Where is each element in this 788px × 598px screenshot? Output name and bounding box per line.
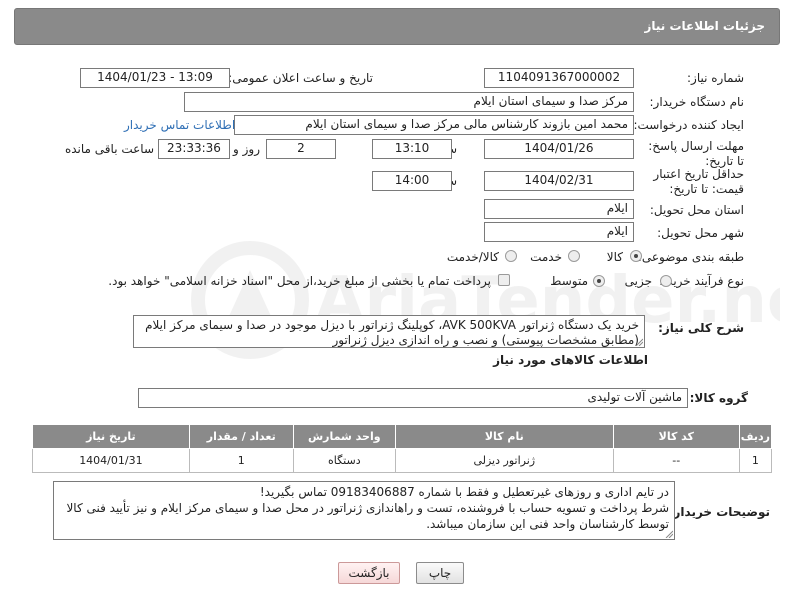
treasury-payment-checkbox[interactable] — [498, 274, 510, 286]
col-unit: واحد شمارش — [292, 424, 396, 449]
remaining-label: ساعت باقی مانده — [64, 142, 154, 156]
buyer-notes-line3: توسط کارشناسان واحد فنی این سازمان میباش… — [426, 517, 669, 531]
need-number-field: 1104091367000002 — [484, 68, 634, 88]
description-label: شرح کلی نیاز: — [658, 321, 744, 335]
city-field: ایلام — [484, 222, 634, 242]
requester-field: محمد امین بازوند کارشناس مالی مرکز صدا و… — [234, 115, 634, 135]
category-both-radio[interactable] — [505, 250, 517, 262]
price-time-field: 14:00 — [372, 171, 452, 191]
announce-datetime-field: 1404/01/23 - 13:09 — [80, 68, 230, 88]
category-service-radio[interactable] — [568, 250, 580, 262]
header-panel: جزئیات اطلاعات نیاز — [14, 8, 780, 45]
resize-grip-icon — [635, 338, 643, 346]
col-row: ردیف — [738, 424, 773, 449]
province-field: ایلام — [484, 199, 634, 219]
cell-name: ژنراتور دیزلی — [394, 448, 614, 473]
process-minor-label: جزیی — [624, 274, 652, 288]
process-minor-radio[interactable] — [660, 275, 672, 287]
city-label: شهر محل تحویل: — [657, 226, 744, 240]
process-medium-label: متوسط — [550, 274, 588, 288]
page-title: جزئیات اطلاعات نیاز — [644, 19, 765, 33]
description-text: خرید یک دستگاه ژنراتور AVK 500KVA، کوپلی… — [145, 318, 639, 347]
buyer-notes-line2: شرط پرداخت و تسویه حساب با فروشنده، تست … — [66, 501, 669, 515]
cell-code: -- — [612, 448, 740, 473]
cell-qty: 1 — [188, 448, 294, 473]
goods-group-label: گروه کالا: — [689, 391, 748, 405]
days-label: روز و — [233, 142, 260, 156]
print-button[interactable]: چاپ — [416, 562, 464, 584]
cell-date: 1404/01/31 — [32, 448, 190, 473]
goods-group-field: ماشین آلات تولیدی — [138, 388, 688, 408]
category-service-label: خدمت — [530, 250, 562, 264]
need-number-label: شماره نیاز: — [687, 71, 744, 85]
buyer-notes-line1: در تایم اداری و روزهای غیرتعطیل و فقط با… — [259, 485, 669, 499]
goods-section-title: اطلاعات کالاهای مورد نیاز — [493, 353, 648, 367]
remaining-days-field: 2 — [266, 139, 336, 159]
buyer-contact-link[interactable]: اطلاعات تماس خریدار — [124, 118, 235, 132]
reply-time-field: 13:10 — [372, 139, 452, 159]
category-goods-label: کالا — [606, 250, 623, 264]
buyer-org-label: نام دستگاه خریدار: — [649, 95, 745, 109]
category-both-label: کالا/خدمت — [446, 250, 499, 264]
resize-grip-icon — [665, 530, 673, 538]
cell-unit: دستگاه — [292, 448, 396, 473]
treasury-payment-note: پرداخت تمام یا بخشی از مبلغ خرید،از محل … — [108, 274, 491, 288]
announce-label: تاریخ و ساعت اعلان عمومی: — [228, 71, 373, 85]
back-button[interactable]: بازگشت — [338, 562, 400, 584]
reply-date-field: 1404/01/26 — [484, 139, 634, 159]
remaining-time-field: 23:33:36 — [158, 139, 230, 159]
price-validity-label: حداقل تاریخ اعتبار قیمت: تا تاریخ: — [653, 167, 744, 196]
category-label: طبقه بندی موضوعی: — [637, 250, 744, 264]
col-date: تاریخ نیاز — [32, 424, 190, 449]
col-name: نام کالا — [394, 424, 614, 449]
goods-table-header: ردیف کد کالا نام کالا واحد شمارش تعداد /… — [32, 424, 773, 449]
buyer-org-field: مرکز صدا و سیمای استان ایلام — [184, 92, 634, 112]
process-medium-radio[interactable] — [593, 275, 605, 287]
col-qty: تعداد / مقدار — [188, 424, 294, 449]
buyer-notes-label: توضیحات خریدار: — [668, 505, 770, 519]
description-textarea: خرید یک دستگاه ژنراتور AVK 500KVA، کوپلی… — [133, 315, 645, 348]
requester-label: ایجاد کننده درخواست: — [633, 118, 744, 132]
province-label: استان محل تحویل: — [649, 203, 744, 217]
cell-row: 1 — [738, 448, 773, 473]
price-date-field: 1404/02/31 — [484, 171, 634, 191]
table-row: 1 -- ژنراتور دیزلی دستگاه 1 1404/01/31 — [32, 448, 773, 473]
goods-table: ردیف کد کالا نام کالا واحد شمارش تعداد /… — [32, 424, 773, 473]
category-goods-radio[interactable] — [630, 250, 642, 262]
reply-deadline-label: مهلت ارسال پاسخ: تا تاریخ: — [648, 139, 744, 168]
buyer-notes-textarea: در تایم اداری و روزهای غیرتعطیل و فقط با… — [53, 481, 675, 540]
col-code: کد کالا — [612, 424, 740, 449]
